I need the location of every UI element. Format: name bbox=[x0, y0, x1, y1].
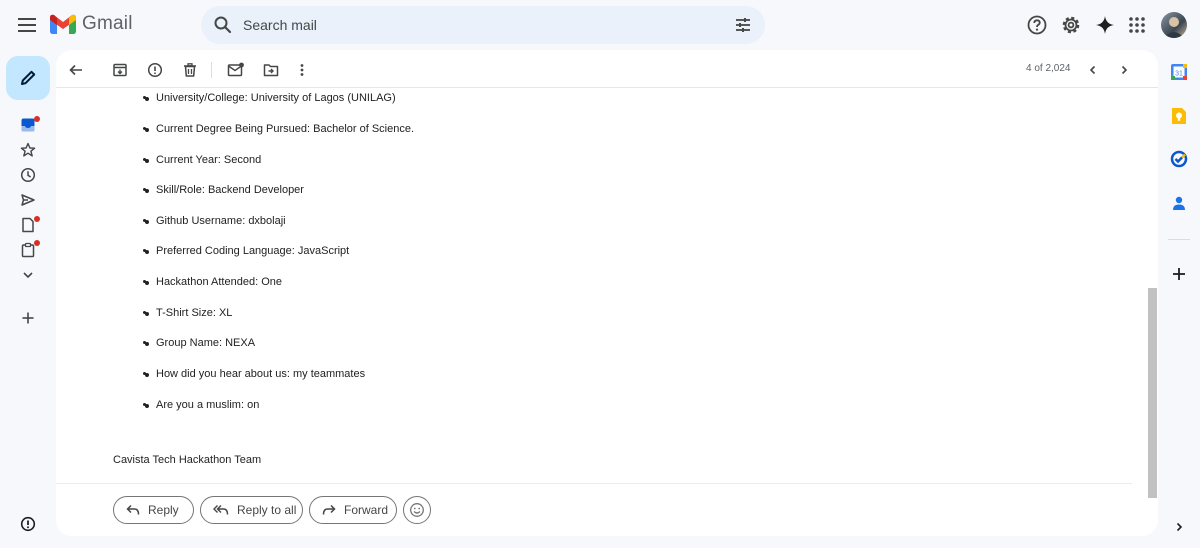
list-item: Group Name: NEXA bbox=[144, 337, 255, 349]
search-icon[interactable] bbox=[213, 15, 233, 40]
footer-divider bbox=[56, 483, 1132, 484]
tasks-app-button[interactable] bbox=[1170, 150, 1188, 168]
reply-all-icon bbox=[213, 505, 229, 515]
calendar-app-button[interactable]: 31 bbox=[1170, 63, 1188, 81]
clipboard-notification-dot bbox=[34, 240, 40, 246]
settings-icon[interactable] bbox=[1059, 13, 1083, 37]
emoji-reaction-button[interactable] bbox=[403, 496, 431, 524]
contacts-app-button[interactable] bbox=[1170, 194, 1188, 212]
plus-icon bbox=[22, 312, 34, 324]
message-toolbar: 4 of 2,024 bbox=[56, 50, 1158, 88]
reply-all-button[interactable]: Reply to all bbox=[200, 496, 303, 524]
smiley-icon bbox=[410, 503, 424, 517]
reply-all-label: Reply to all bbox=[237, 503, 297, 517]
keep-app-button[interactable] bbox=[1170, 107, 1188, 125]
move-to-button[interactable] bbox=[261, 60, 281, 80]
add-icon bbox=[1173, 268, 1185, 280]
nav-create-label[interactable] bbox=[19, 309, 37, 327]
pagination-text: 4 of 2,024 bbox=[1026, 63, 1071, 74]
show-side-panel-button[interactable] bbox=[1170, 518, 1188, 536]
list-item: University/College: University of Lagos … bbox=[145, 92, 396, 104]
top-bar: Gmail bbox=[0, 0, 1200, 50]
app-name: Gmail bbox=[82, 13, 133, 34]
forward-icon bbox=[322, 504, 336, 515]
svg-text:31: 31 bbox=[1175, 71, 1183, 78]
more-vert-icon bbox=[300, 64, 304, 76]
forward-label: Forward bbox=[344, 503, 389, 517]
reply-icon bbox=[126, 504, 140, 515]
list-item: Preferred Coding Language: JavaScript bbox=[144, 245, 349, 257]
list-item: Github Username: dxbolaji bbox=[145, 215, 286, 227]
drafts-notification-dot bbox=[34, 216, 40, 222]
contacts-icon bbox=[1173, 196, 1185, 210]
chevron-left-icon bbox=[1089, 65, 1096, 75]
calendar-icon: 31 bbox=[1171, 64, 1187, 80]
archive-icon bbox=[113, 63, 127, 77]
move-to-icon bbox=[263, 64, 279, 77]
mark-unread-icon bbox=[227, 62, 244, 77]
apps-icon[interactable] bbox=[1125, 13, 1149, 37]
info-button[interactable] bbox=[19, 515, 37, 533]
nav-snoozed[interactable] bbox=[19, 166, 37, 184]
mark-unread-button[interactable] bbox=[226, 60, 246, 80]
star-icon bbox=[20, 142, 36, 157]
gmail-logo[interactable]: Gmail bbox=[50, 13, 133, 35]
archive-button[interactable] bbox=[110, 60, 130, 80]
info-icon bbox=[20, 516, 36, 532]
email-signature: Cavista Tech Hackathon Team bbox=[113, 454, 262, 466]
keep-icon bbox=[1172, 108, 1186, 124]
back-button[interactable] bbox=[66, 60, 86, 80]
list-item: Hackathon Attended: One bbox=[145, 276, 282, 288]
email-reading-pane: 4 of 2,024 University/College: Universit… bbox=[56, 50, 1158, 536]
expand-icon bbox=[1176, 522, 1183, 532]
side-panel-divider bbox=[1168, 239, 1190, 240]
back-arrow-icon bbox=[69, 64, 82, 76]
search-bar[interactable] bbox=[201, 6, 765, 44]
chevron-down-icon bbox=[23, 272, 33, 279]
report-spam-button[interactable] bbox=[145, 60, 165, 80]
list-item: Current Year: Second bbox=[144, 154, 261, 166]
gmail-logo-icon bbox=[50, 14, 76, 34]
nav-more[interactable] bbox=[19, 266, 37, 284]
report-spam-icon bbox=[147, 62, 163, 78]
delete-icon bbox=[184, 63, 196, 77]
reply-button[interactable]: Reply bbox=[113, 496, 194, 524]
search-input[interactable] bbox=[243, 6, 703, 44]
toolbar-divider bbox=[211, 62, 212, 78]
reply-label: Reply bbox=[148, 503, 179, 517]
list-item: Are you a muslim: on bbox=[144, 399, 259, 411]
forward-button[interactable]: Forward bbox=[309, 496, 397, 524]
more-options-button[interactable] bbox=[292, 60, 312, 80]
list-item: Skill/Role: Backend Developer bbox=[145, 184, 304, 196]
nav-sent[interactable] bbox=[19, 191, 37, 209]
menu-icon bbox=[18, 18, 36, 32]
tasks-icon bbox=[1170, 150, 1188, 168]
list-item: Current Degree Being Pursued: Bachelor o… bbox=[144, 123, 414, 135]
help-icon[interactable] bbox=[1025, 13, 1049, 37]
list-item: How did you hear about us: my teammates bbox=[144, 368, 365, 380]
older-button[interactable] bbox=[1114, 60, 1134, 80]
tune-icon[interactable] bbox=[733, 15, 753, 40]
gemini-icon[interactable] bbox=[1093, 13, 1117, 37]
nav-starred[interactable] bbox=[19, 141, 37, 159]
get-addons-button[interactable] bbox=[1170, 265, 1188, 283]
inbox-notification-dot bbox=[34, 116, 40, 122]
chevron-right-icon bbox=[1121, 65, 1128, 75]
compose-icon bbox=[21, 70, 36, 85]
main-menu-button[interactable] bbox=[14, 11, 42, 39]
delete-button[interactable] bbox=[180, 60, 200, 80]
scrollbar-thumb[interactable] bbox=[1148, 288, 1157, 498]
clock-icon bbox=[20, 167, 36, 183]
list-item: T-Shirt Size: XL bbox=[144, 307, 232, 319]
account-avatar[interactable] bbox=[1161, 12, 1187, 38]
send-icon bbox=[21, 194, 35, 206]
newer-button[interactable] bbox=[1083, 60, 1103, 80]
compose-button[interactable] bbox=[6, 56, 50, 100]
